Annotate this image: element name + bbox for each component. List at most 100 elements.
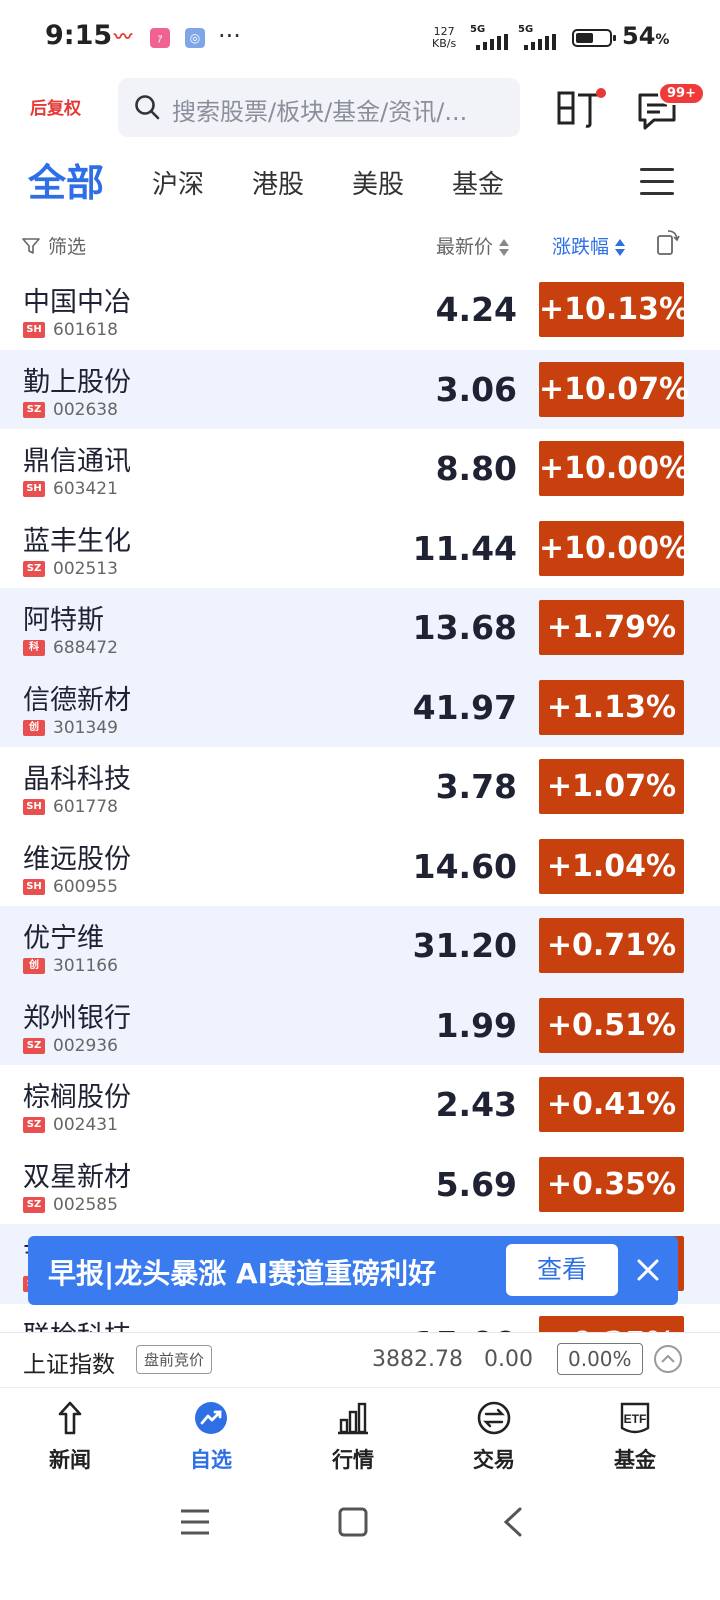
- stock-price: 15.00: [413, 1324, 517, 1333]
- stock-row[interactable]: 郑州银行 SZ 002936 1.99 +0.51%: [0, 985, 720, 1065]
- change-badge[interactable]: +1.04%: [539, 838, 684, 894]
- stock-price: 1.99: [435, 1005, 517, 1045]
- change-badge[interactable]: +1.07%: [539, 759, 684, 814]
- search-box[interactable]: 搜索股票/板块/基金/资讯/...: [118, 78, 520, 137]
- news-banner[interactable]: 早报|龙头暴涨 AI赛道重磅利好 查看: [28, 1236, 678, 1305]
- market-badge: SZ: [23, 1037, 45, 1054]
- logo-text: 后复权: [30, 99, 81, 119]
- market-badge: SZ: [23, 401, 45, 418]
- change-badge[interactable]: +10.13%: [539, 282, 689, 337]
- stock-name: 蓝丰生化: [23, 525, 131, 557]
- tab-fund[interactable]: 基金: [452, 164, 504, 201]
- stock-row[interactable]: 信德新材创 301349 41.97 +1.13%: [0, 667, 720, 747]
- change-badge[interactable]: +0.41%: [539, 1077, 684, 1132]
- sort-price-button[interactable]: 最新价: [436, 232, 510, 259]
- banner-view-button[interactable]: 查看: [506, 1244, 618, 1296]
- change-badge[interactable]: +1.13%: [539, 679, 684, 735]
- tab-all[interactable]: 全部: [28, 152, 104, 207]
- stock-app-notification-icon: 〰: [113, 27, 133, 48]
- home-icon[interactable]: [338, 1507, 368, 1537]
- stock-code: 002936: [53, 1035, 118, 1056]
- stock-price: 3.06: [435, 369, 517, 409]
- watchlist: 中国中冶 SH 601618 4.24 +10.13% 勤上股份 SZ 002638 3.06 +…: [0, 270, 720, 1332]
- recent-apps-icon[interactable]: [180, 1508, 210, 1536]
- trade-icon: [477, 1401, 511, 1435]
- change-badge[interactable]: +1.79%: [539, 600, 684, 655]
- rotate-screen-icon[interactable]: [656, 228, 680, 256]
- change-badge[interactable]: +0.25%: [539, 1315, 684, 1332]
- stock-name: 鼎信通讯: [23, 446, 131, 477]
- market-tabs: 全部 沪深 港股 美股 基金: [0, 144, 720, 218]
- app-notification-icon: ｧ: [150, 28, 170, 48]
- change-badge[interactable]: +10.07%: [539, 361, 689, 417]
- stock-row[interactable]: 晶科科技 SH 601778 3.78 +1.07%: [0, 747, 720, 827]
- stock-row[interactable]: 勤上股份 SZ 002638 3.06 +10.07%: [0, 349, 720, 429]
- net-speed-unit: KB/s: [432, 37, 457, 50]
- battery-percent: 54%: [622, 22, 669, 50]
- market-badge: SZ: [23, 1117, 45, 1133]
- stock-row[interactable]: 蓝丰生化 SZ 002513 11.44 +10.00%: [0, 509, 720, 589]
- app-notification-icon-2: ◎: [185, 28, 205, 48]
- index-delta: 0.00: [484, 1347, 533, 1372]
- ding-notification-dot: [596, 88, 606, 98]
- index-bar[interactable]: 上证指数 盘前竞价 3882.78 0.00 0.00%: [0, 1332, 720, 1387]
- svg-text:ETF: ETF: [624, 1412, 647, 1426]
- market-badge: SH: [23, 481, 45, 497]
- market-badge: 科: [23, 640, 45, 656]
- change-badge[interactable]: +0.71%: [539, 918, 684, 973]
- message-button[interactable]: 99+: [636, 82, 705, 132]
- expand-up-icon[interactable]: [654, 1345, 682, 1373]
- tab-us[interactable]: 美股: [352, 164, 404, 201]
- stock-name: 棕榈股份: [23, 1082, 131, 1113]
- nav-market[interactable]: 行情: [303, 1400, 403, 1474]
- change-badge[interactable]: +10.00%: [539, 520, 689, 576]
- menu-icon[interactable]: [640, 168, 674, 198]
- filter-label: 筛选: [48, 236, 87, 258]
- banner-text: 早报|龙头暴涨 AI赛道重磅利好: [48, 1257, 437, 1290]
- stock-row[interactable]: 优宁维创 301166 31.20 +0.71%: [0, 906, 720, 986]
- market-badge: SH: [23, 322, 45, 338]
- nav-news[interactable]: 新闻: [20, 1400, 120, 1474]
- clock: 9:15: [45, 20, 113, 51]
- stock-price: 31.20: [412, 926, 517, 965]
- stock-row[interactable]: 双星新材 SZ 002585 5.69 +0.35%: [0, 1145, 720, 1225]
- stock-row[interactable]: 中国中冶 SH 601618 4.24 +10.13%: [0, 270, 720, 350]
- filter-icon: [22, 238, 40, 254]
- ding-icon[interactable]: [556, 88, 606, 128]
- stock-code: 002431: [53, 1115, 118, 1135]
- stock-row[interactable]: 维远股份 SH 600955 14.60 +1.04%: [0, 827, 720, 907]
- nav-fund[interactable]: ETF 基金: [585, 1400, 685, 1474]
- nav-trade[interactable]: 交易: [444, 1400, 544, 1474]
- app-logo[interactable]: 后复权: [30, 94, 90, 128]
- tab-hushen[interactable]: 沪深: [152, 164, 204, 201]
- market-badge: 创: [23, 958, 45, 974]
- stock-name: 阿特斯: [23, 605, 104, 636]
- stock-code: 603421: [53, 479, 118, 499]
- stock-row[interactable]: 鼎信通讯 SH 603421 8.80 +10.00%: [0, 429, 720, 509]
- change-badge[interactable]: +10.00%: [539, 441, 689, 496]
- stock-row[interactable]: 阿特斯科 688472 13.68 +1.79%: [0, 588, 720, 668]
- change-badge[interactable]: +0.35%: [539, 1156, 684, 1212]
- sort-active-icon: [615, 238, 626, 257]
- stock-code: 688472: [53, 638, 118, 658]
- stock-price: 41.97: [412, 687, 517, 727]
- index-status-tag: 盘前竞价: [136, 1345, 213, 1374]
- bottom-nav: 新闻 自选 行情 交易 ETF 基金: [0, 1387, 720, 1480]
- stock-price: 3.78: [435, 767, 517, 806]
- stock-row[interactable]: 棕榈股份 SZ 002431 2.43 +0.41%: [0, 1065, 720, 1145]
- change-column-label: 涨跌幅: [552, 236, 610, 258]
- stock-code: 002638: [53, 399, 118, 420]
- market-badge: SZ: [23, 1196, 45, 1213]
- sort-change-button[interactable]: 涨跌幅: [552, 232, 626, 259]
- change-badge[interactable]: +0.51%: [539, 997, 684, 1053]
- battery-percent-unit: %: [655, 32, 670, 48]
- tab-hk[interactable]: 港股: [252, 164, 304, 201]
- stock-code: 002513: [53, 558, 118, 579]
- close-icon[interactable]: [632, 1254, 664, 1286]
- nav-watchlist[interactable]: 自选: [161, 1400, 261, 1474]
- filter-button[interactable]: 筛选: [22, 232, 86, 259]
- stock-row[interactable]: 联检科技SZ15.00+0.25%: [0, 1304, 720, 1333]
- back-icon[interactable]: [500, 1506, 524, 1538]
- etf-icon: ETF: [620, 1402, 650, 1434]
- sort-icon: [499, 238, 510, 257]
